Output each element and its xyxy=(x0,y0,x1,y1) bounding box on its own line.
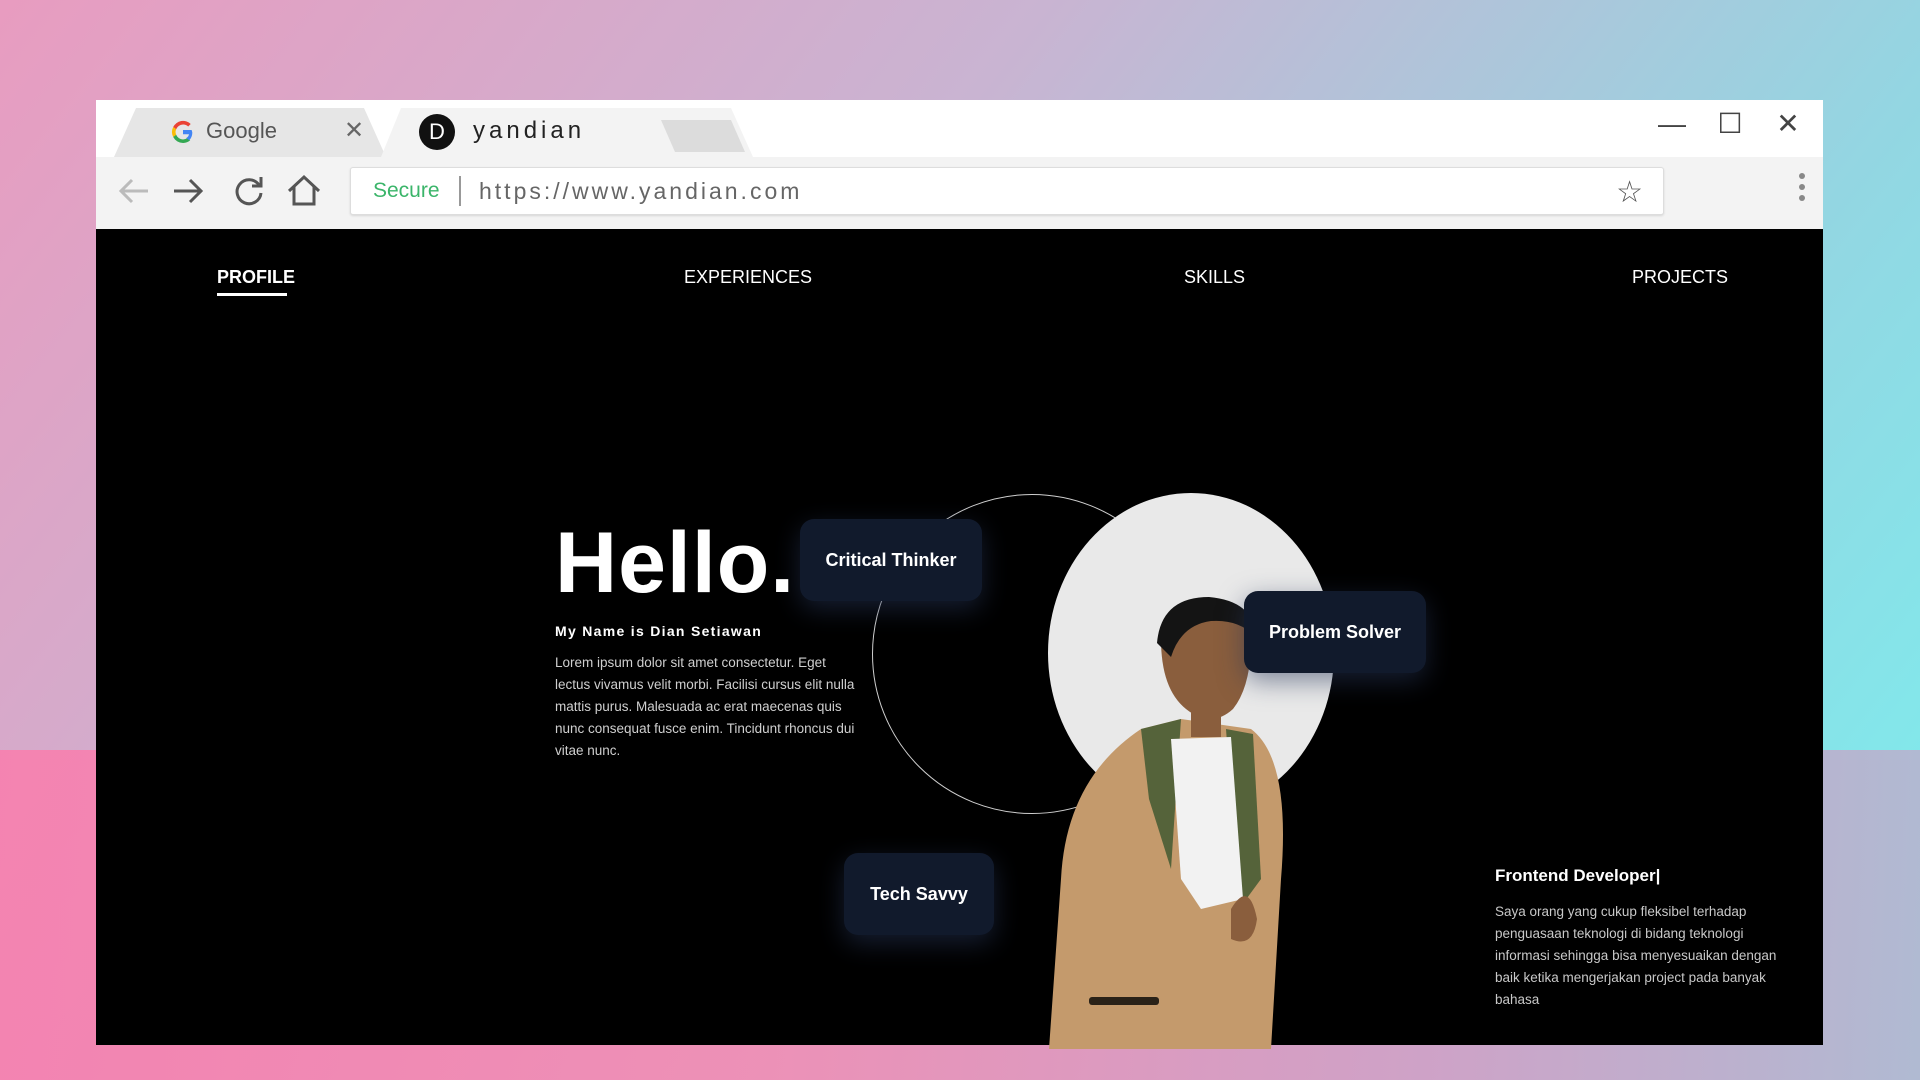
chip-critical-thinker: Critical Thinker xyxy=(800,519,982,601)
address-divider xyxy=(459,176,461,206)
nav-profile[interactable]: PROFILE xyxy=(217,267,295,288)
hero-intro: Lorem ipsum dolor sit amet consectetur. … xyxy=(555,655,855,758)
tab-label-yandian: yandian xyxy=(473,117,586,144)
chip-problem-solver: Problem Solver xyxy=(1244,591,1426,673)
tab-label-google: Google xyxy=(206,118,277,143)
nav-projects[interactable]: PROJECTS xyxy=(1632,267,1728,288)
tab-google[interactable]: Google ✕ xyxy=(114,108,386,157)
browser-window: Google ✕ D yandian ✕ — ☐ ✕ Secur xyxy=(96,100,1823,1049)
page-content: PROFILE EXPERIENCES SKILLS PROJECTS Crit… xyxy=(101,229,1823,1049)
role-title: Frontend Developer| xyxy=(1495,866,1661,885)
browser-toolbar: Secure https://www.yandian.com ☆ xyxy=(96,157,1823,229)
hero-name: My Name is Dian Setiawan xyxy=(555,623,763,639)
chip-tech-savvy: Tech Savvy xyxy=(844,853,994,935)
hero-heading: Hello. xyxy=(555,515,796,611)
minimize-icon[interactable]: — xyxy=(1657,110,1687,140)
kebab-menu-icon[interactable] xyxy=(1799,173,1807,206)
nav-experiences[interactable]: EXPERIENCES xyxy=(684,267,812,288)
url-field[interactable]: https://www.yandian.com xyxy=(479,178,802,205)
reload-icon[interactable] xyxy=(228,171,268,211)
back-arrow-icon[interactable] xyxy=(114,171,154,211)
star-icon[interactable]: ☆ xyxy=(1616,175,1643,210)
secure-label: Secure xyxy=(373,179,440,202)
nav-skills[interactable]: SKILLS xyxy=(1184,267,1245,288)
home-icon[interactable] xyxy=(284,171,324,211)
google-icon xyxy=(171,120,194,144)
role-description: Saya orang yang cukup fleksibel terhadap… xyxy=(1495,904,1777,1007)
nav-active-indicator xyxy=(217,293,287,296)
maximize-icon[interactable]: ☐ xyxy=(1715,110,1745,140)
site-favicon: D xyxy=(419,114,455,150)
forward-arrow-icon[interactable] xyxy=(168,171,208,211)
address-bar[interactable]: Secure https://www.yandian.com ☆ xyxy=(350,167,1664,215)
new-tab-button[interactable] xyxy=(661,120,745,152)
window-controls: — ☐ ✕ xyxy=(1657,110,1803,140)
close-window-icon[interactable]: ✕ xyxy=(1773,110,1803,140)
close-tab-icon[interactable]: ✕ xyxy=(344,116,364,145)
tab-bar: Google ✕ D yandian ✕ — ☐ ✕ xyxy=(96,100,1823,157)
